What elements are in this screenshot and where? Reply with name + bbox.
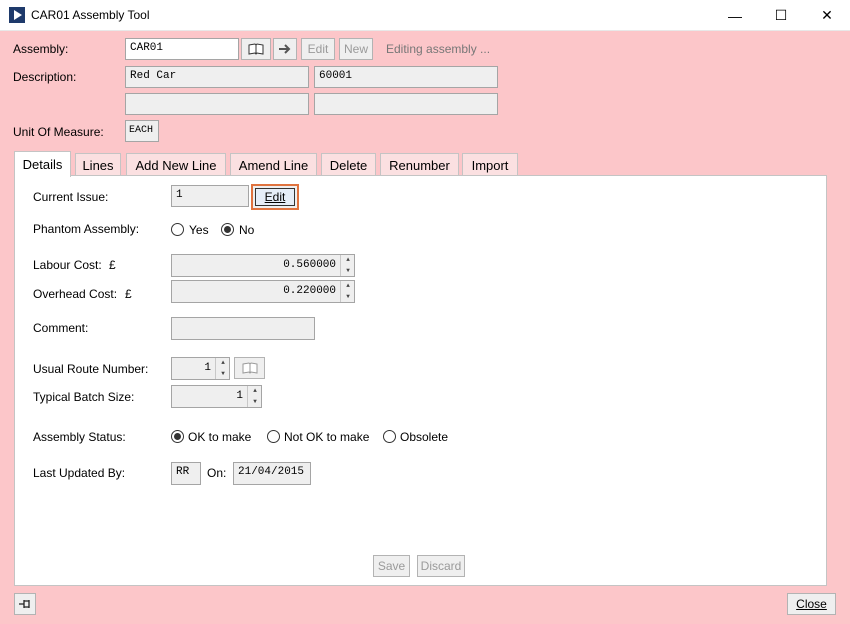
close-button[interactable]: Close: [787, 593, 836, 615]
chevron-down-icon[interactable]: ▼: [248, 397, 262, 408]
assembly-go-button[interactable]: [273, 38, 297, 60]
description-field-4[interactable]: [314, 93, 498, 115]
book-icon: [242, 362, 257, 374]
chevron-down-icon[interactable]: ▼: [216, 369, 230, 380]
route-lookup-button[interactable]: [234, 357, 265, 379]
close-icon: ✕: [821, 7, 833, 23]
overhead-currency: £: [125, 287, 132, 301]
phantom-yes-label: Yes: [189, 223, 209, 237]
current-issue-edit-label: Edit: [264, 190, 286, 204]
overhead-cost-stepper[interactable]: 0.220000 ▲ ▼: [171, 280, 355, 303]
assembly-input[interactable]: CAR01: [125, 38, 239, 60]
tab-add-new-line[interactable]: Add New Line: [126, 153, 226, 176]
assembly-new-button[interactable]: New: [339, 38, 373, 60]
discard-button[interactable]: Discard: [417, 555, 465, 577]
updated-by-field: RR: [171, 462, 201, 485]
overhead-cost-value: 0.220000: [283, 285, 336, 297]
assembly-lookup-button[interactable]: [241, 38, 271, 60]
labour-cost-stepper[interactable]: 0.560000 ▲ ▼: [171, 254, 355, 277]
status-not-ok-radio[interactable]: [267, 430, 280, 443]
route-arrows[interactable]: ▲ ▼: [215, 358, 229, 379]
tab-import[interactable]: Import: [462, 153, 518, 176]
chevron-up-icon[interactable]: ▲: [248, 386, 262, 397]
phantom-yes-radio[interactable]: [171, 223, 184, 236]
maximize-icon: ☐: [774, 7, 788, 23]
phantom-no-label: No: [239, 223, 255, 237]
current-issue-edit-button[interactable]: Edit: [251, 184, 299, 210]
labour-cost-arrows[interactable]: ▲ ▼: [340, 255, 354, 276]
description-label: Description:: [13, 70, 77, 84]
status-text: Editing assembly ...: [386, 42, 491, 56]
uom-field: EACH: [125, 120, 159, 142]
current-issue-field: 1: [171, 185, 249, 207]
minimize-icon: —: [728, 7, 742, 24]
labour-cost-label: Labour Cost:: [33, 258, 102, 272]
comment-field[interactable]: [171, 317, 315, 340]
maximize-button[interactable]: ☐: [758, 0, 804, 31]
arrow-right-icon: [279, 44, 291, 54]
phantom-label: Phantom Assembly:: [33, 222, 140, 236]
last-updated-label: Last Updated By:: [33, 466, 126, 480]
labour-cost-value: 0.560000: [283, 259, 336, 271]
window-title: CAR01 Assembly Tool: [31, 8, 150, 22]
phantom-no-radio[interactable]: [221, 223, 234, 236]
batch-stepper[interactable]: 1 ▲ ▼: [171, 385, 262, 408]
edit-button-inner: Edit: [255, 188, 295, 206]
status-ok-label: OK to make: [188, 430, 252, 444]
tab-lines[interactable]: Lines: [75, 153, 121, 176]
assembly-edit-button[interactable]: Edit: [301, 38, 335, 60]
route-label: Usual Route Number:: [33, 362, 149, 376]
tab-details[interactable]: Details: [14, 151, 71, 177]
status-ok-radio[interactable]: [171, 430, 184, 443]
batch-arrows[interactable]: ▲ ▼: [247, 386, 261, 407]
comment-label: Comment:: [33, 321, 89, 335]
description-field-2[interactable]: 60001: [314, 66, 498, 88]
minimize-button[interactable]: —: [712, 0, 758, 31]
batch-value: 1: [236, 390, 243, 402]
labour-currency: £: [109, 258, 116, 272]
app-icon: [9, 7, 25, 23]
route-stepper[interactable]: 1 ▲ ▼: [171, 357, 230, 380]
chevron-up-icon[interactable]: ▲: [216, 358, 230, 369]
uom-label: Unit Of Measure:: [13, 125, 104, 139]
overhead-cost-label: Overhead Cost:: [33, 287, 118, 301]
book-icon: [248, 43, 264, 55]
details-panel: [14, 175, 827, 586]
assembly-label: Assembly:: [13, 42, 69, 56]
close-button-label: Close: [796, 597, 827, 611]
route-value: 1: [204, 362, 211, 374]
title-bar: CAR01 Assembly Tool — ☐ ✕: [0, 0, 850, 31]
status-obsolete-label: Obsolete: [400, 430, 449, 444]
overhead-cost-arrows[interactable]: ▲ ▼: [340, 281, 354, 302]
chevron-up-icon[interactable]: ▲: [341, 281, 355, 292]
updated-on-field: 21/04/2015: [233, 462, 311, 485]
status-not-ok-label: Not OK to make: [284, 430, 370, 444]
close-window-button[interactable]: ✕: [804, 0, 850, 31]
current-issue-label: Current Issue:: [33, 190, 109, 204]
status-obsolete-radio[interactable]: [383, 430, 396, 443]
description-field-1[interactable]: Red Car: [125, 66, 309, 88]
pin-button[interactable]: [14, 593, 36, 615]
pin-icon: [19, 600, 30, 608]
save-button[interactable]: Save: [373, 555, 410, 577]
tab-renumber[interactable]: Renumber: [380, 153, 459, 176]
chevron-down-icon[interactable]: ▼: [341, 266, 355, 277]
assembly-status-label: Assembly Status:: [33, 430, 126, 444]
tab-amend-line[interactable]: Amend Line: [230, 153, 317, 176]
description-field-3[interactable]: [125, 93, 309, 115]
on-label: On:: [207, 466, 227, 480]
tab-delete[interactable]: Delete: [321, 153, 376, 176]
chevron-up-icon[interactable]: ▲: [341, 255, 355, 266]
chevron-down-icon[interactable]: ▼: [341, 292, 355, 303]
batch-label: Typical Batch Size:: [33, 390, 135, 404]
